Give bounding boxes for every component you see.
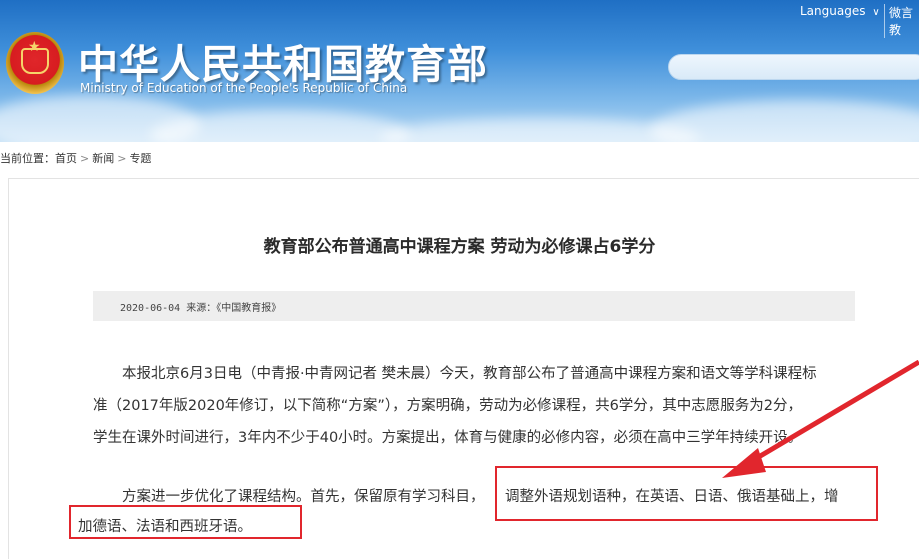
arrow-head: [722, 448, 766, 478]
paragraph-2-line-1a: 方案进一步优化了课程结构。首先，保留原有学习科目，: [122, 489, 485, 505]
arrow-shaft: [738, 360, 919, 471]
breadcrumb-item-news[interactable]: 新闻: [92, 152, 114, 165]
cloud-decoration: [650, 100, 919, 142]
search-input[interactable]: [668, 54, 919, 80]
languages-menu[interactable]: Languages ∨: [800, 4, 880, 18]
site-header: Languages ∨ 微言教 ★ 中华人民共和国教育部 Ministry of…: [0, 0, 919, 142]
breadcrumb-prefix: 当前位置：: [0, 152, 55, 165]
breadcrumb-separator-icon: >: [80, 152, 90, 165]
chevron-down-icon: ∨: [872, 7, 880, 18]
red-arrow-icon: [722, 360, 919, 478]
breadcrumb: 当前位置：首页 > 新闻 > 专题: [0, 150, 151, 166]
site-subtitle: Ministry of Education of the People's Re…: [80, 81, 408, 95]
extra-top-link[interactable]: 微言教: [884, 4, 919, 38]
breadcrumb-item-topics[interactable]: 专题: [129, 152, 151, 165]
paragraph-1-line-3: 学生在课外时间进行，3年内不少于40小时。方案提出，体育与健康的必修内容，必须在…: [93, 430, 803, 446]
breadcrumb-item-home[interactable]: 首页: [55, 152, 77, 165]
languages-label[interactable]: Languages: [800, 4, 865, 18]
highlight-box-lower: [69, 505, 302, 539]
breadcrumb-separator-icon: >: [117, 152, 127, 165]
article-meta: 2020-06-04 来源：《中国教育报》: [120, 303, 282, 314]
emblem-star-icon: ★: [28, 39, 41, 55]
paragraph-1-line-2: 准（2017年版2020年修订，以下简称“方案”），方案明确，劳动为必修课程，共…: [93, 398, 803, 414]
article-title: 教育部公布普通高中课程方案 劳动为必修课占6学分: [263, 237, 656, 257]
national-emblem-icon: ★: [6, 32, 64, 94]
